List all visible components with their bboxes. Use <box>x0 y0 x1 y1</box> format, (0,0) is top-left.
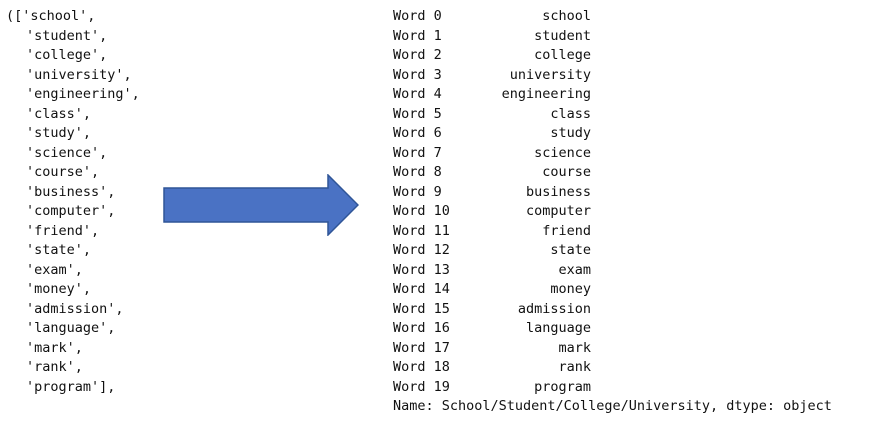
row-label: Word 12 <box>393 242 450 258</box>
row-label: Word 7 <box>393 144 442 161</box>
row-value: admission <box>517 300 591 317</box>
list-item: 'study', <box>26 125 92 141</box>
row-label: Word 10 <box>393 203 450 219</box>
table-row: Word 5 class <box>393 105 881 125</box>
row-value: business <box>525 183 591 200</box>
table-row: Word 15 admission <box>393 300 881 320</box>
arrow-shape <box>163 174 359 236</box>
table-row: Word 2 college <box>393 46 881 66</box>
list-output: (['school', 'student', 'college', 'unive… <box>6 7 176 397</box>
list-item: 'state', <box>26 242 92 258</box>
row-label: Word 19 <box>393 378 450 395</box>
row-value: language <box>525 320 591 336</box>
row-label: Word 11 <box>393 222 450 239</box>
row-label: Word 13 <box>393 261 450 278</box>
table-row: Word 4 engineering <box>393 85 881 105</box>
row-value: program <box>534 378 591 395</box>
table-row: Word 8 course <box>393 163 881 183</box>
row-label: Word 3 <box>393 66 442 83</box>
list-item: 'program'], <box>26 378 116 395</box>
list-item: 'computer', <box>26 203 116 219</box>
row-label: Word 0 <box>393 8 442 24</box>
list-item: 'engineering', <box>26 86 140 102</box>
list-item: 'student', <box>26 27 108 44</box>
row-label: Word 1 <box>393 27 442 44</box>
row-label: Word 14 <box>393 281 450 297</box>
row-value: course <box>542 164 591 180</box>
row-value: state <box>550 242 591 258</box>
row-value: class <box>550 105 591 122</box>
row-value: rank <box>558 359 591 375</box>
list-item: 'friend', <box>26 222 100 239</box>
table-row: Word 9 business <box>393 183 881 203</box>
row-value: money <box>550 281 591 297</box>
row-value: student <box>534 27 591 44</box>
list-item: 'exam', <box>26 261 83 278</box>
table-row: Word 3 university <box>393 66 881 86</box>
row-label: Word 6 <box>393 125 442 141</box>
row-label: Word 9 <box>393 183 442 200</box>
series-footer: Name: School/Student/College/University,… <box>393 398 832 414</box>
list-item: 'mark', <box>26 339 83 356</box>
table-row: Word 1 student <box>393 27 881 47</box>
table-row: Word 0 school <box>393 7 881 27</box>
right-arrow-icon <box>163 174 359 236</box>
row-value: friend <box>542 222 591 239</box>
list-item: 'class', <box>26 105 92 122</box>
table-row: Word 11 friend <box>393 222 881 242</box>
row-label: Word 5 <box>393 105 442 122</box>
row-value: computer <box>525 203 591 219</box>
row-label: Word 8 <box>393 164 442 180</box>
row-label: Word 18 <box>393 359 450 375</box>
table-row: Word 6 study <box>393 124 881 144</box>
table-row: Word 7 science <box>393 144 881 164</box>
row-label: Word 4 <box>393 86 442 102</box>
table-row: Word 14 money <box>393 280 881 300</box>
table-row: Word 19 program <box>393 378 881 398</box>
row-label: Word 16 <box>393 320 450 336</box>
list-item: 'rank', <box>26 359 83 375</box>
row-label: Word 15 <box>393 300 450 317</box>
row-value: school <box>542 8 591 24</box>
list-item: 'admission', <box>26 300 124 317</box>
table-row: Word 12 state <box>393 241 881 261</box>
list-item: 'university', <box>26 66 132 83</box>
table-row: Word 10 computer <box>393 202 881 222</box>
table-row: Word 17 mark <box>393 339 881 359</box>
row-value: study <box>550 125 591 141</box>
row-value: science <box>534 144 591 161</box>
row-value: college <box>534 47 591 63</box>
list-item: 'money', <box>26 281 92 297</box>
row-value: engineering <box>501 86 591 102</box>
list-item: 'college', <box>26 47 108 63</box>
list-item: (['school', <box>6 8 96 24</box>
table-row: Word 18 rank <box>393 358 881 378</box>
list-item: 'language', <box>26 320 116 336</box>
table-row: Word 13 exam <box>393 261 881 281</box>
row-value: university <box>509 66 591 83</box>
series-output: Word 0 school Word 1 student Word 2 college… <box>393 7 881 417</box>
row-label: Word 2 <box>393 47 442 63</box>
row-value: exam <box>558 261 591 278</box>
list-item: 'business', <box>26 183 116 200</box>
row-label: Word 17 <box>393 339 450 356</box>
row-value: mark <box>558 339 591 356</box>
table-row: Word 16 language <box>393 319 881 339</box>
list-item: 'course', <box>26 164 100 180</box>
list-item: 'science', <box>26 144 108 161</box>
